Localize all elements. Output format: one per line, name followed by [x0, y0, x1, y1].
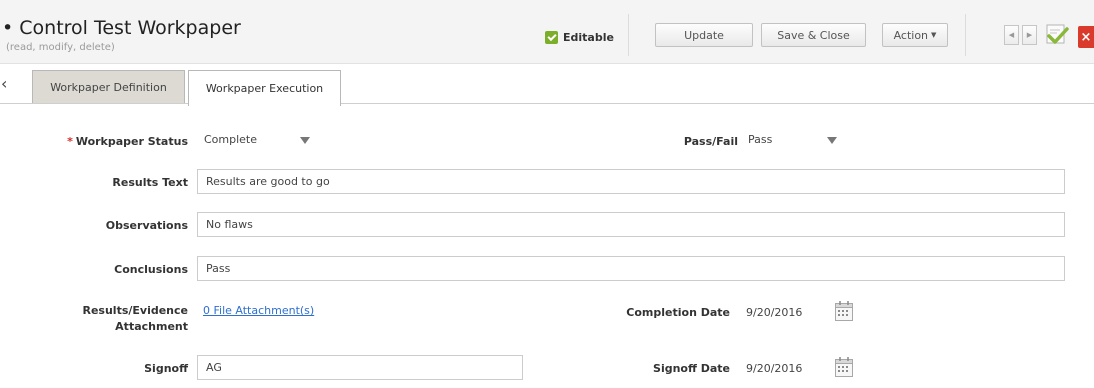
calendar-icon[interactable]: [834, 300, 854, 322]
editable-toggle[interactable]: Editable: [545, 31, 614, 44]
save-close-button[interactable]: Save & Close: [761, 23, 866, 47]
attachment-label: Results/Evidence Attachment: [82, 304, 188, 333]
chevron-down-icon[interactable]: [299, 134, 311, 146]
title-text: Control Test Workpaper: [19, 17, 241, 39]
close-icon[interactable]: ×: [1078, 26, 1094, 48]
workpaper-status-select[interactable]: Complete: [204, 133, 257, 146]
editable-label: Editable: [563, 31, 614, 44]
page-title: • Control Test Workpaper: [2, 17, 241, 39]
pass-fail-label: Pass/Fail: [683, 135, 738, 148]
toolbar-divider: [628, 14, 629, 56]
completion-date-label: Completion Date: [626, 306, 730, 319]
approve-checkmark-icon[interactable]: [1045, 23, 1069, 47]
permissions-subtitle: (read, modify, delete): [6, 42, 115, 53]
prev-arrow-icon[interactable]: ◀: [1004, 25, 1019, 45]
signoff-field[interactable]: AG: [197, 355, 523, 380]
observations-label: Observations: [105, 219, 188, 232]
title-marker: •: [2, 17, 14, 39]
tab-workpaper-definition[interactable]: Workpaper Definition: [32, 70, 185, 103]
calendar-icon[interactable]: [834, 356, 854, 378]
signoff-date-label: Signoff Date: [653, 362, 730, 375]
signoff-date-value[interactable]: 9/20/2016: [746, 362, 802, 375]
observations-field[interactable]: No flaws: [197, 212, 1065, 237]
checkbox-checked-icon[interactable]: [545, 31, 558, 44]
tab-bar: ‹ Workpaper Definition Workpaper Executi…: [0, 64, 1094, 106]
conclusions-label: Conclusions: [114, 263, 188, 276]
caret-down-icon: ▼: [931, 31, 937, 39]
toolbar-divider: [965, 14, 966, 56]
action-button-label: Action: [893, 28, 929, 42]
workpaper-status-label: * Workpaper Status: [67, 135, 188, 148]
signoff-label: Signoff: [144, 362, 188, 375]
pass-fail-select[interactable]: Pass: [748, 133, 772, 146]
file-attachment-link[interactable]: 0 File Attachment(s): [203, 304, 314, 317]
action-menu-button[interactable]: Action ▼: [882, 23, 948, 47]
results-text-label: Results Text: [112, 176, 188, 189]
update-button[interactable]: Update: [655, 23, 753, 47]
required-marker: *: [67, 135, 73, 148]
workpaper-header: • Control Test Workpaper (read, modify, …: [0, 0, 1094, 64]
chevron-down-icon[interactable]: [826, 134, 838, 146]
next-arrow-icon[interactable]: ▶: [1022, 25, 1037, 45]
conclusions-field[interactable]: Pass: [197, 256, 1065, 281]
completion-date-value[interactable]: 9/20/2016: [746, 306, 802, 319]
workpaper-status-label-text: Workpaper Status: [75, 135, 188, 148]
tab-workpaper-execution[interactable]: Workpaper Execution: [188, 70, 341, 106]
collapse-panel-icon[interactable]: ‹: [1, 76, 11, 92]
results-text-field[interactable]: Results are good to go: [197, 169, 1065, 194]
